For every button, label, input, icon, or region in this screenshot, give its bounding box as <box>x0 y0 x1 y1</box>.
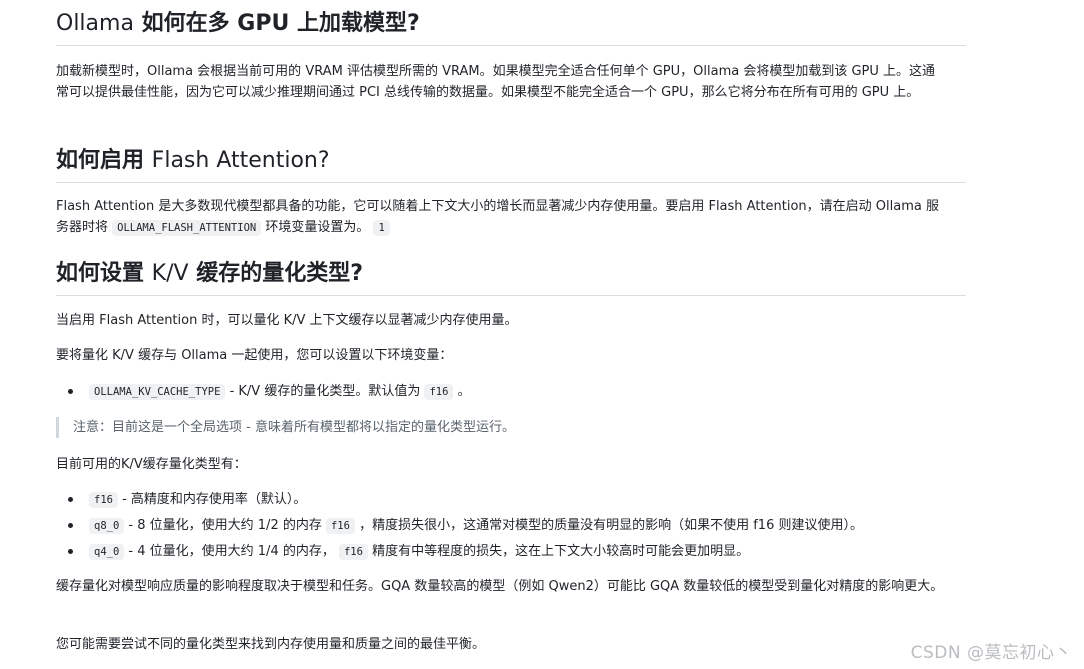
type-code: f16 <box>89 492 118 508</box>
section-heading-kv-cache: 如何设置 K/V 缓存的量化类型? <box>56 259 966 296</box>
list-item-text: - 4 位量化，使用大约 1/4 的内存， <box>124 544 339 559</box>
paragraph-kv-intro: 当启用 Flash Attention 时，可以量化 K/V 上下文缓存以显著减… <box>56 313 518 328</box>
type-code: q4_0 <box>89 544 125 560</box>
heading-text: 如何设置 <box>56 261 152 286</box>
bullet-icon <box>68 523 73 528</box>
csdn-watermark: CSDN @莫忘初心丶 <box>910 643 1072 663</box>
heading-text: 缓存的量化类型? <box>188 261 363 286</box>
bullet-icon <box>68 497 73 502</box>
value-code: 1 <box>373 220 390 236</box>
env-var-list: OLLAMA_KV_CACHE_TYPE - K/V 缓存的量化类型。默认值为 … <box>56 381 946 403</box>
heading-text: 如何启用 <box>56 148 152 173</box>
note-text: 注意：目前这是一个全局选项 - 意味着所有模型都将以指定的量化类型运行。 <box>73 420 515 435</box>
section-heading-flash-attention: 如何启用 Flash Attention? <box>56 146 966 183</box>
paragraph-kv-env: 要将量化 K/V 缓存与 Ollama 一起使用，您可以设置以下环境变量： <box>56 348 453 363</box>
heading-latin: Ollama <box>56 11 134 36</box>
list-item: q8_0 - 8 位量化，使用大约 1/2 的内存 f16 ，精度损失很小，这通… <box>56 515 946 537</box>
list-item-text: 精度有中等程度的损失，这在上下文大小较高时可能会更加明显。 <box>367 544 750 559</box>
section-heading-multi-gpu: Ollama 如何在多 GPU 上加载模型? <box>56 9 966 46</box>
paragraph-types-intro: 目前可用的K/V缓存量化类型有： <box>56 457 247 472</box>
heading-latin: Flash Attention? <box>151 148 330 173</box>
list-item-text: - 高精度和内存使用率（默认）。 <box>117 492 307 507</box>
paragraph-balance: 您可能需要尝试不同的量化类型来找到内存使用量和质量之间的最佳平衡。 <box>56 637 486 652</box>
list-item: q4_0 - 4 位量化，使用大约 1/4 的内存， f16 精度有中等程度的损… <box>56 541 946 563</box>
value-code: f16 <box>338 544 368 560</box>
heading-text: 如何在多 GPU 上加载模型? <box>133 11 420 36</box>
bullet-icon <box>68 549 73 554</box>
quant-type-list: f16 - 高精度和内存使用率（默认）。 q8_0 - 8 位量化，使用大约 1… <box>56 489 946 563</box>
env-var-code: OLLAMA_FLASH_ATTENTION <box>112 220 262 236</box>
paragraph-quality-impact: 缓存量化对模型响应质量的影响程度取决于模型和任务。GQA 数量较高的模型（例如 … <box>56 579 944 594</box>
heading-latin: K/V <box>151 261 189 286</box>
list-item: OLLAMA_KV_CACHE_TYPE - K/V 缓存的量化类型。默认值为 … <box>56 381 946 403</box>
value-code: f16 <box>424 384 454 400</box>
list-item: f16 - 高精度和内存使用率（默认）。 <box>56 489 946 511</box>
env-var-code: OLLAMA_KV_CACHE_TYPE <box>89 384 226 400</box>
list-item-text: - K/V 缓存的量化类型。默认值为 <box>225 384 425 399</box>
section-paragraph-multi-gpu: 加载新模型时，Ollama 会根据当前可用的 VRAM 评估模型所需的 VRAM… <box>56 64 936 100</box>
paragraph-text: 环境变量设置为。 <box>261 220 374 235</box>
type-code: q8_0 <box>89 518 125 534</box>
list-item-text: 。 <box>453 384 471 399</box>
list-item-text: ，精度损失很小，这通常对模型的质量没有明显的影响（如果不使用 f16 则建议使用… <box>354 518 863 533</box>
value-code: f16 <box>325 518 355 534</box>
bullet-icon <box>68 389 73 394</box>
note-blockquote: 注意：目前这是一个全局选项 - 意味着所有模型都将以指定的量化类型运行。 <box>56 417 943 438</box>
list-item-text: - 8 位量化，使用大约 1/2 的内存 <box>124 518 326 533</box>
section-paragraph-flash-attention: Flash Attention 是大多数现代模型都具备的功能，它可以随着上下文大… <box>56 196 946 239</box>
